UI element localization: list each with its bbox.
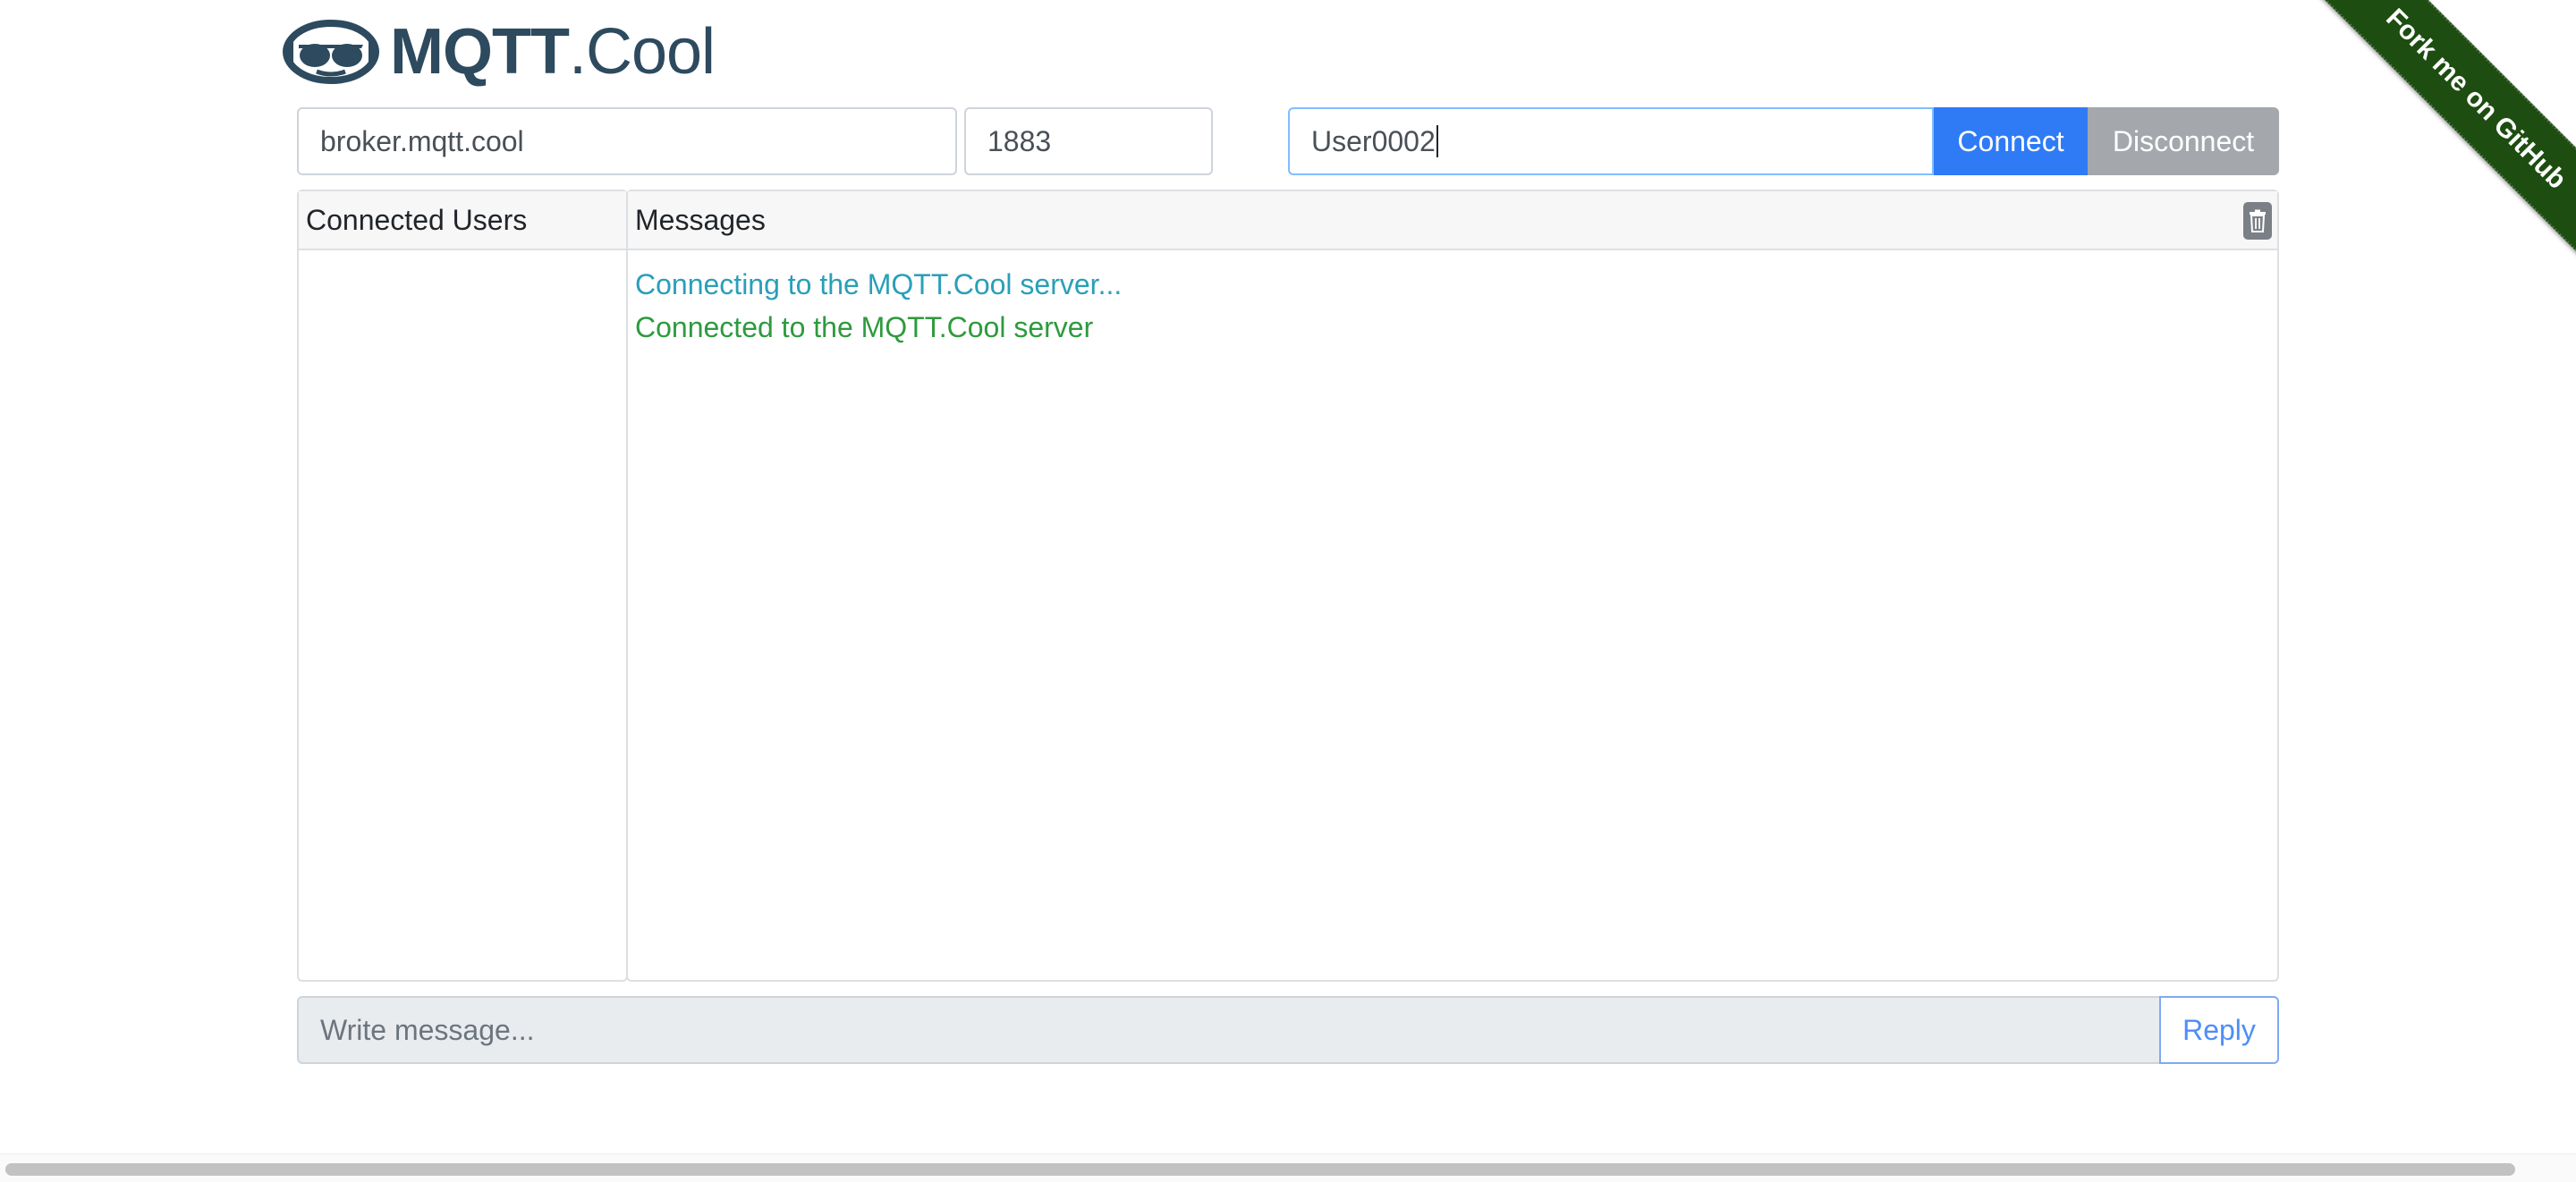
connected-users-panel: Connected Users	[297, 190, 628, 982]
port-input[interactable]: 1883	[964, 107, 1213, 175]
logo-wordmark: MQTT.Cool	[390, 20, 716, 84]
text-caret	[1436, 125, 1438, 157]
horizontal-scrollbar-thumb[interactable]	[5, 1163, 2515, 1176]
connected-users-header: Connected Users	[299, 191, 626, 250]
write-message-input[interactable]: Write message...	[297, 996, 2161, 1064]
logo-text-bold: MQTT	[390, 16, 570, 88]
message-item: Connecting to the MQTT.Cool server...	[635, 268, 1123, 300]
sunglasses-face-icon	[282, 20, 380, 84]
mqtt-cool-logo: MQTT.Cool	[281, 9, 716, 95]
messages-panel: Messages Connecting to the MQTT.Cool ser…	[626, 190, 2279, 982]
fork-on-github-ribbon[interactable]: Fork me on GitHub	[2304, 0, 2576, 271]
connect-button[interactable]: Connect	[1934, 107, 2088, 175]
message-item: Connected to the MQTT.Cool server	[635, 311, 1094, 343]
messages-header-title: Messages	[635, 203, 766, 236]
trash-icon	[2250, 209, 2266, 232]
username-input-value: User0002	[1311, 124, 1436, 157]
host-input-value: broker.mqtt.cool	[320, 124, 524, 157]
port-input-value: 1883	[987, 124, 1052, 157]
github-ribbon-wrapper: Fork me on GitHub	[2290, 0, 2576, 286]
message-list: Connecting to the MQTT.Cool server... Co…	[628, 250, 2277, 361]
disconnect-button[interactable]: Disconnect	[2088, 107, 2279, 175]
logo-text-light: .Cool	[568, 16, 716, 88]
page: MQTT.Cool Fork me on GitHub broker.mqtt.…	[0, 0, 2576, 1182]
messages-header: Messages	[628, 191, 2277, 250]
clear-messages-button[interactable]	[2243, 202, 2272, 240]
username-input[interactable]: User0002	[1288, 107, 1934, 175]
horizontal-scrollbar[interactable]	[0, 1153, 2576, 1182]
reply-button[interactable]: Reply	[2159, 996, 2279, 1064]
host-input[interactable]: broker.mqtt.cool	[297, 107, 957, 175]
